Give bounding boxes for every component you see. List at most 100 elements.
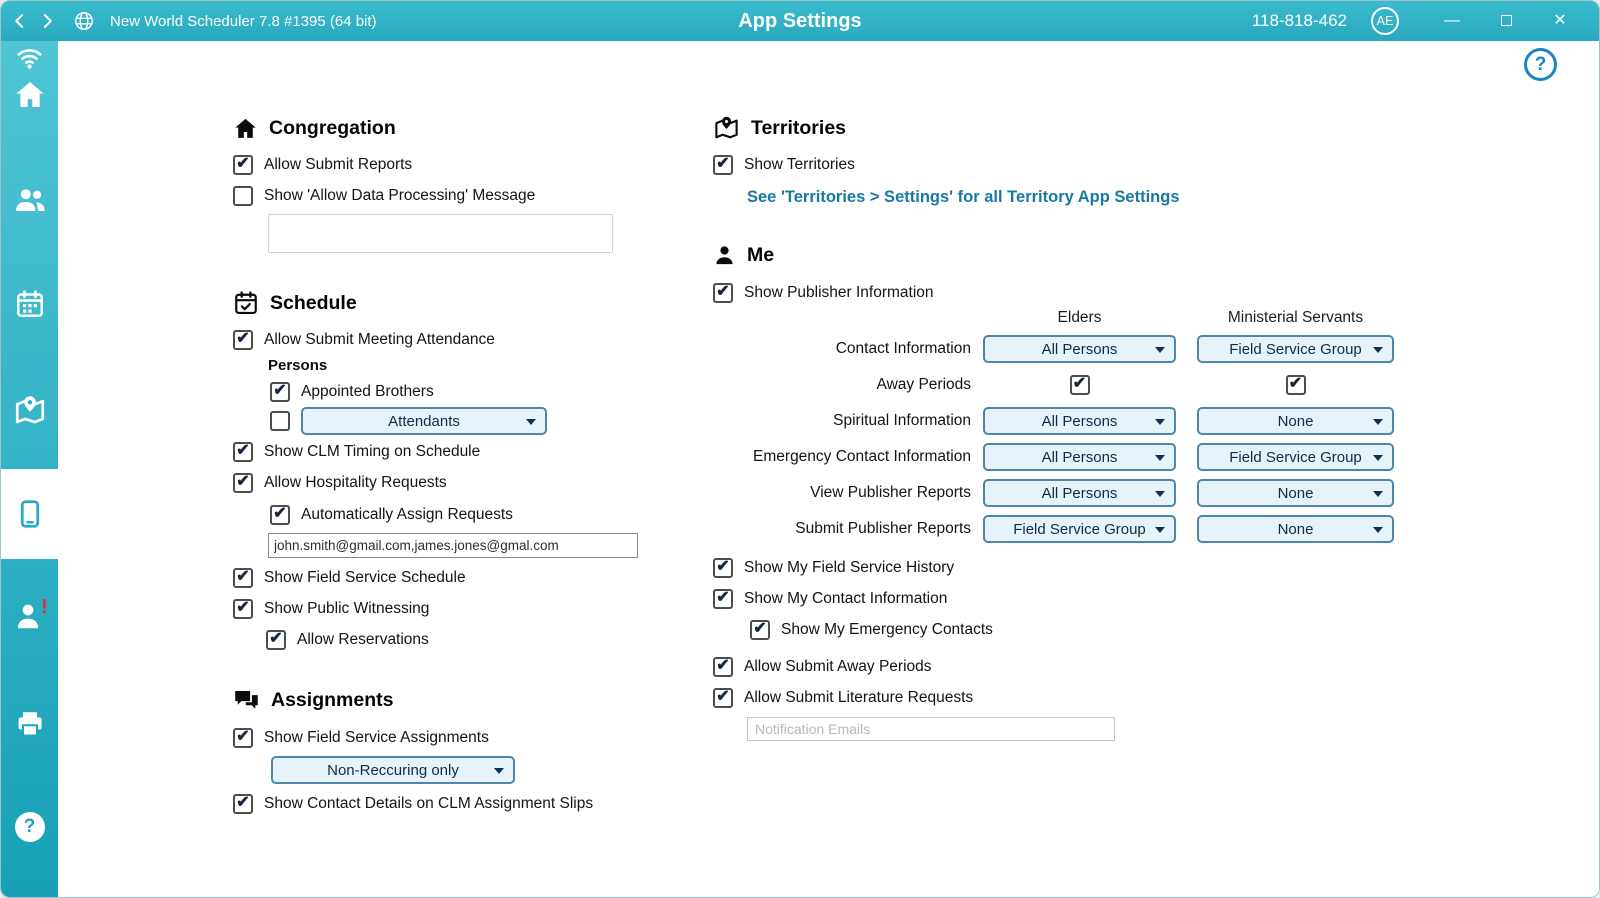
view-publisher-reports-ms-dropdown[interactable]: None <box>1197 479 1394 507</box>
setting-row: Automatically Assign Requests <box>270 503 693 527</box>
allow-submit-meeting-attendance-checkbox[interactable] <box>233 330 253 350</box>
notification-emails-input[interactable] <box>747 717 1115 741</box>
setting-label: Show My Field Service History <box>744 559 954 577</box>
attendants-dropdown[interactable]: Attendants <box>301 407 547 435</box>
setting-label: Show My Contact Information <box>744 590 947 608</box>
show-publisher-information-checkbox[interactable] <box>713 283 733 303</box>
setting-row: Show Public Witnessing <box>233 597 693 621</box>
setting-row: Show My Field Service History <box>713 556 1443 580</box>
setting-label: Appointed Brothers <box>301 383 434 401</box>
away-periods-ms-checkbox[interactable] <box>1286 375 1306 395</box>
forward-button[interactable] <box>38 12 56 30</box>
person-icon <box>713 244 736 267</box>
setting-row: Allow Submit Away Periods <box>713 655 1443 679</box>
allow-hospitality-requests-checkbox[interactable] <box>233 473 253 493</box>
row-label-submit-publisher-reports: Submit Publisher Reports <box>795 520 971 538</box>
sidebar: ! ? <box>1 41 58 897</box>
show-my-contact-information-checkbox[interactable] <box>713 589 733 609</box>
sidebar-item-connection[interactable] <box>1 44 58 71</box>
view-publisher-reports-elders-dropdown[interactable]: All Persons <box>983 479 1176 507</box>
dropdown-value: None <box>1278 413 1314 430</box>
show-my-field-service-history-checkbox[interactable] <box>713 558 733 578</box>
attendants-checkbox[interactable] <box>270 411 290 431</box>
contact-information-elders-dropdown[interactable]: All Persons <box>983 335 1176 363</box>
spiritual-information-elders-dropdown[interactable]: All Persons <box>983 407 1176 435</box>
mobile-app-icon <box>15 499 45 529</box>
dropdown-value: Attendants <box>388 413 460 430</box>
dropdown-value: All Persons <box>1042 413 1118 430</box>
sidebar-item-persons[interactable] <box>1 182 58 216</box>
back-button[interactable] <box>11 12 29 30</box>
setting-row: Show 'Allow Data Processing' Message <box>233 184 693 208</box>
setting-label: Allow Submit Meeting Attendance <box>264 331 495 349</box>
automatically-assign-requests-checkbox[interactable] <box>270 505 290 525</box>
sidebar-item-territories[interactable] <box>1 394 58 428</box>
contact-information-ms-dropdown[interactable]: Field Service Group <box>1197 335 1394 363</box>
wifi-icon <box>16 44 43 71</box>
territories-map-icon <box>13 394 47 428</box>
data-processing-message-input[interactable] <box>268 214 613 253</box>
setting-row: Allow Submit Meeting Attendance <box>233 328 693 352</box>
setting-row: Show Publisher Information <box>713 281 1443 305</box>
setting-row: Show Field Service Schedule <box>233 566 693 590</box>
allow-submit-away-periods-checkbox[interactable] <box>713 657 733 677</box>
setting-label: Show Field Service Schedule <box>264 569 466 587</box>
setting-row: Appointed Brothers <box>270 380 693 404</box>
submit-publisher-reports-ms-dropdown[interactable]: None <box>1197 515 1394 543</box>
show-territories-checkbox[interactable] <box>713 155 733 175</box>
setting-label: Allow Hospitality Requests <box>264 474 447 492</box>
setting-row: Show CLM Timing on Schedule <box>233 440 693 464</box>
setting-row: Show Field Service Assignments <box>233 726 693 750</box>
show-field-service-schedule-checkbox[interactable] <box>233 568 253 588</box>
dropdown-value: All Persons <box>1042 449 1118 466</box>
user-badge[interactable]: AE <box>1371 7 1399 35</box>
section-territories: Territories <box>713 115 1443 141</box>
titlebar: New World Scheduler 7.8 #1395 (64 bit) A… <box>1 1 1599 41</box>
section-schedule: Schedule <box>233 290 693 316</box>
submit-publisher-reports-elders-dropdown[interactable]: Field Service Group <box>983 515 1176 543</box>
close-button[interactable]: ✕ <box>1533 1 1587 41</box>
hospitality-emails-input[interactable] <box>268 533 638 558</box>
recurrence-dropdown[interactable]: Non-Reccuring only <box>271 756 515 784</box>
row-label-contact-information: Contact Information <box>836 340 971 358</box>
setting-label: Allow Submit Reports <box>264 156 412 174</box>
show-data-processing-checkbox[interactable] <box>233 186 253 206</box>
sidebar-item-schedule[interactable] <box>1 289 58 319</box>
account-id: 118-818-462 <box>1252 11 1347 31</box>
appointed-brothers-checkbox[interactable] <box>270 382 290 402</box>
section-title: Schedule <box>270 292 357 315</box>
help-button[interactable]: ? <box>1524 48 1557 81</box>
help-icon: ? <box>15 812 45 842</box>
allow-submit-reports-checkbox[interactable] <box>233 155 253 175</box>
row-label-emergency-contact-information: Emergency Contact Information <box>753 448 971 466</box>
calendar-icon <box>15 289 45 319</box>
emergency-contact-elders-dropdown[interactable]: All Persons <box>983 443 1176 471</box>
spiritual-information-ms-dropdown[interactable]: None <box>1197 407 1394 435</box>
show-public-witnessing-checkbox[interactable] <box>233 599 253 619</box>
column-header-ministerial-servants: Ministerial Servants <box>1228 309 1363 327</box>
show-field-service-assignments-checkbox[interactable] <box>233 728 253 748</box>
section-title: Me <box>747 244 774 267</box>
minimize-button[interactable]: ― <box>1425 1 1479 41</box>
sidebar-item-print[interactable] <box>1 709 58 739</box>
show-contact-details-checkbox[interactable] <box>233 794 253 814</box>
chevron-right-icon <box>38 12 56 30</box>
sidebar-item-app-settings[interactable] <box>1 499 58 529</box>
away-periods-elders-checkbox[interactable] <box>1070 375 1090 395</box>
dropdown-value: None <box>1278 521 1314 538</box>
setting-row: Show My Contact Information <box>713 587 1443 611</box>
show-clm-timing-checkbox[interactable] <box>233 442 253 462</box>
maximize-button[interactable] <box>1479 1 1533 41</box>
setting-row: Attendants <box>270 407 693 435</box>
allow-submit-literature-requests-checkbox[interactable] <box>713 688 733 708</box>
maximize-icon <box>1501 15 1512 26</box>
setting-label: Show Contact Details on CLM Assignment S… <box>264 795 593 813</box>
sidebar-item-alerts[interactable]: ! <box>1 600 58 632</box>
dropdown-value: All Persons <box>1042 341 1118 358</box>
emergency-contact-ms-dropdown[interactable]: Field Service Group <box>1197 443 1394 471</box>
dropdown-value: Non-Reccuring only <box>327 762 459 779</box>
sidebar-item-home[interactable] <box>1 78 58 112</box>
sidebar-item-help[interactable]: ? <box>1 812 58 842</box>
show-my-emergency-contacts-checkbox[interactable] <box>750 620 770 640</box>
allow-reservations-checkbox[interactable] <box>266 630 286 650</box>
